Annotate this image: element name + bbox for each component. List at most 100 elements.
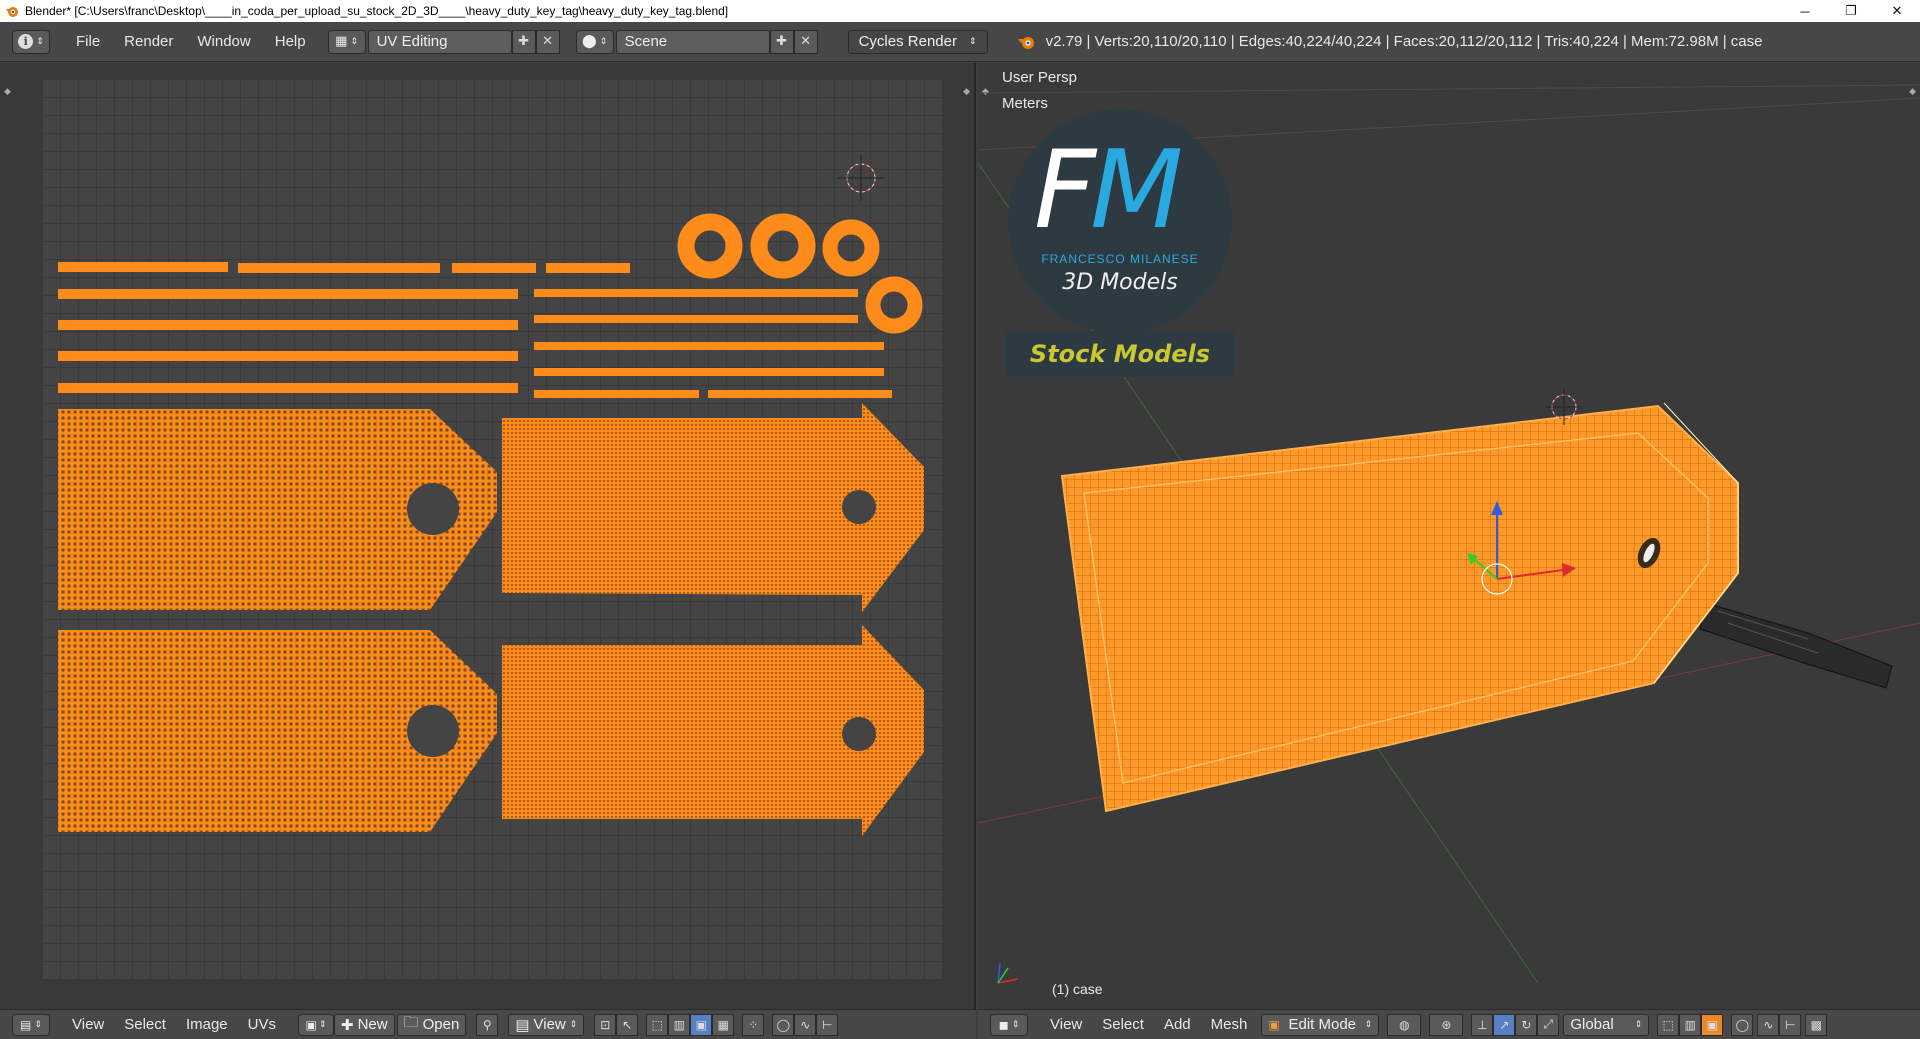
add-scene-icon[interactable]: ✚ xyxy=(769,29,794,54)
scene-field[interactable]: Scene xyxy=(615,29,770,54)
stock-models-banner: Stock Models xyxy=(1006,331,1234,377)
updown-arrows-icon: ⇕ xyxy=(1364,1019,1373,1029)
key-tag-mesh xyxy=(1060,402,1739,813)
edit-mode-icon: ▣ xyxy=(1268,1017,1280,1032)
3d-viewport[interactable]: User Persp Meters ◆ ◆ FM FRANCESCO MILAN… xyxy=(978,63,1920,1009)
island-select-icon[interactable]: ▦ xyxy=(712,1013,735,1036)
uv-islands-tags xyxy=(58,403,924,836)
menu-help[interactable]: Help xyxy=(263,33,318,50)
add-layout-icon[interactable]: ✚ xyxy=(511,29,536,54)
logo-brand-name: FRANCESCO MILANESE xyxy=(1041,252,1199,266)
view-mode-dropdown[interactable]: ▤ View ⇕ xyxy=(508,1013,585,1036)
proportional-edit-icon[interactable]: ◯ xyxy=(772,1013,795,1036)
window-titlebar: Blender* [C:\Users\franc\Desktop\____in_… xyxy=(0,0,1920,22)
3d-menu-mesh[interactable]: Mesh xyxy=(1201,1016,1258,1033)
uv-menu-uvs[interactable]: UVs xyxy=(238,1016,286,1033)
uv-grid-canvas[interactable] xyxy=(42,79,942,979)
face-select-mode-icon[interactable]: ▣ xyxy=(1701,1013,1724,1036)
updown-arrows-icon: ⇕ xyxy=(34,1019,42,1030)
uv-layout-svg xyxy=(58,155,924,836)
editor-type-button[interactable]: ▤ ⇕ xyxy=(12,1013,50,1036)
scene-button[interactable]: ⬤ ⇕ xyxy=(575,29,614,54)
mode-dropdown[interactable]: ▣ Edit Mode ⇕ xyxy=(1261,1013,1380,1036)
view-icon: ▤ xyxy=(515,1016,530,1034)
updown-arrows-icon: ⇕ xyxy=(1634,1019,1643,1029)
updown-arrows-icon: ⇕ xyxy=(36,36,44,47)
3d-editor-type-button[interactable]: ◼ ⇕ xyxy=(990,1013,1028,1036)
uv-editor-header: ▤ ⇕ View Select Image UVs ▣ ⇕ ✚ New 🗀 Open ⚲… xyxy=(0,1009,976,1039)
updown-arrows-icon: ⇕ xyxy=(1011,1019,1020,1030)
menu-render[interactable]: Render xyxy=(112,33,185,50)
scene-icon: ⬤ xyxy=(582,34,597,49)
snap-target-icon[interactable]: ⊢ xyxy=(816,1013,839,1036)
pivot-icon[interactable]: ⊡ xyxy=(594,1013,617,1036)
updown-arrows-icon: ⇕ xyxy=(599,36,608,47)
viewport-shading-icon[interactable]: ◍ xyxy=(1387,1013,1422,1036)
snap-magnet-icon[interactable]: ∿ xyxy=(1757,1013,1780,1036)
vertex-select-icon[interactable]: ⬚ xyxy=(646,1013,669,1036)
editor-type-info-button[interactable]: i ⇕ xyxy=(12,29,50,54)
uv-image-editor[interactable]: ◆ ◆ xyxy=(0,63,976,1009)
cursor-select-icon[interactable]: ↖ xyxy=(616,1013,639,1036)
uv-menu-select[interactable]: Select xyxy=(114,1016,176,1033)
3d-menu-select[interactable]: Select xyxy=(1092,1016,1154,1033)
restore-button[interactable]: ❐ xyxy=(1828,0,1874,22)
pivot-point-icon[interactable]: ⊛ xyxy=(1429,1013,1464,1036)
edge-select-icon[interactable]: ▥ xyxy=(668,1013,691,1036)
updown-arrows-icon: ⇕ xyxy=(969,36,977,46)
3d-menu-view[interactable]: View xyxy=(1040,1016,1092,1033)
rotate-manipulator-icon[interactable]: ↻ xyxy=(1515,1013,1538,1036)
logo-circle: FM FRANCESCO MILANESE 3D Models xyxy=(1008,109,1232,333)
menu-file[interactable]: File xyxy=(64,33,112,50)
minimize-button[interactable]: ─ xyxy=(1782,0,1828,22)
3d-menu-add[interactable]: Add xyxy=(1154,1016,1201,1033)
active-object-label: (1) case xyxy=(1052,981,1103,997)
uv-menu-image[interactable]: Image xyxy=(176,1016,238,1033)
manipulator-toggle-icon[interactable]: ⊥ xyxy=(1471,1013,1494,1036)
region-toggle-left-icon[interactable]: ◆ xyxy=(4,87,11,97)
new-image-button[interactable]: ✚ New xyxy=(334,1013,395,1036)
updown-arrows-icon: ⇕ xyxy=(318,1019,327,1030)
proportional-editing-icon[interactable]: ◯ xyxy=(1731,1013,1754,1036)
menu-window[interactable]: Window xyxy=(185,33,262,50)
info-icon: i xyxy=(18,34,34,49)
region-toggle-right-icon[interactable]: ◆ xyxy=(963,87,970,97)
vertex-select-mode-icon[interactable]: ⬚ xyxy=(1657,1013,1680,1036)
scene-statistics: v2.79 | Verts:20,110/20,110 | Edges:40,2… xyxy=(1045,33,1763,50)
uv-menu-view[interactable]: View xyxy=(62,1016,114,1033)
render-engine-dropdown[interactable]: Cycles Render ⇕ xyxy=(847,29,988,54)
close-button[interactable]: ✕ xyxy=(1874,0,1920,22)
uv-islands-rings xyxy=(677,213,923,334)
logo-initials: FM xyxy=(1034,128,1183,253)
updown-arrows-icon: ⇕ xyxy=(350,36,359,47)
scale-manipulator-icon[interactable]: ⤢ xyxy=(1537,1013,1560,1036)
updown-arrows-icon: ⇕ xyxy=(569,1019,578,1029)
key-ring-strap xyxy=(1699,602,1893,689)
remove-scene-icon[interactable]: ✕ xyxy=(793,29,818,54)
plus-icon: ✚ xyxy=(341,1016,354,1034)
edge-select-mode-icon[interactable]: ▥ xyxy=(1679,1013,1702,1036)
pin-icon[interactable]: ⚲ xyxy=(476,1013,499,1036)
2d-cursor-icon[interactable] xyxy=(838,155,884,201)
info-header: i ⇕ File Render Window Help ▦ ⇕ UV Editin… xyxy=(0,22,1920,62)
orientation-dropdown[interactable]: Global ⇕ xyxy=(1563,1013,1650,1036)
image-icon: ▣ xyxy=(305,1017,317,1032)
remove-layout-icon[interactable]: ✕ xyxy=(535,29,560,54)
open-image-button[interactable]: 🗀 Open xyxy=(396,1013,467,1036)
screen-layout-field[interactable]: UV Editing xyxy=(367,29,512,54)
snap-icon[interactable]: ∿ xyxy=(794,1013,817,1036)
face-select-icon[interactable]: ▣ xyxy=(690,1013,713,1036)
snap-element-icon[interactable]: ⊢ xyxy=(1779,1013,1802,1036)
screen-layout-button[interactable]: ▦ ⇕ xyxy=(327,29,366,54)
layout-grid-icon: ▦ xyxy=(335,34,348,49)
blender-logo-icon xyxy=(6,7,18,17)
3d-view-header: ◼ ⇕ View Select Add Mesh ▣ Edit Mode ⇕ ◍ … xyxy=(978,1009,1920,1039)
blender-logo-icon xyxy=(1017,36,1034,49)
uv-islands-strips xyxy=(58,262,892,398)
image-editor-icon: ▤ xyxy=(20,1017,32,1032)
sticky-mode-icon[interactable]: ⁘ xyxy=(742,1013,765,1036)
translate-manipulator-icon[interactable]: ↗ xyxy=(1493,1013,1516,1036)
image-browse-button[interactable]: ▣ ⇕ xyxy=(298,1013,334,1036)
logo-brand-sub: 3D Models xyxy=(1062,270,1178,295)
render-preview-icon[interactable]: ▩ xyxy=(1805,1013,1828,1036)
